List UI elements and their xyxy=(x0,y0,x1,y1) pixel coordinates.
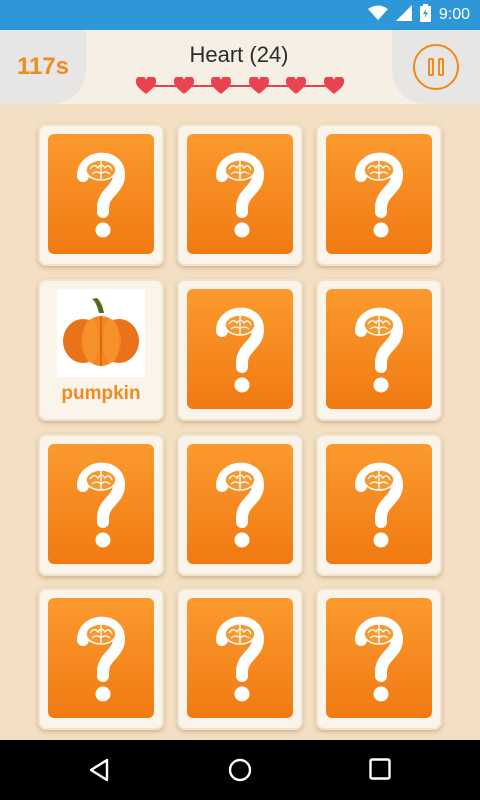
wifi-icon xyxy=(367,5,388,25)
card-hidden[interactable] xyxy=(177,434,303,576)
question-brain-icon xyxy=(348,458,410,550)
back-icon[interactable] xyxy=(88,758,110,786)
pause-button[interactable] xyxy=(413,44,459,90)
question-brain-icon xyxy=(70,612,132,704)
heart-icon xyxy=(286,77,307,95)
status-time: 9:00 xyxy=(438,6,470,23)
heart-icon xyxy=(323,77,344,95)
card-hidden[interactable] xyxy=(177,279,303,421)
timer-text: 117s xyxy=(16,53,70,80)
heart-icon xyxy=(173,77,194,95)
card-back xyxy=(326,134,432,254)
navigation-bar xyxy=(0,740,480,800)
pause-icon xyxy=(438,58,444,76)
question-brain-icon xyxy=(209,148,271,240)
signal-icon xyxy=(395,5,412,25)
timer-panel: 117s xyxy=(0,30,86,104)
card-word: pumpkin xyxy=(61,383,141,404)
heart-icon xyxy=(248,77,269,95)
card-back xyxy=(326,289,432,409)
card-hidden[interactable] xyxy=(177,124,303,266)
pause-icon xyxy=(428,58,434,76)
game-header: 117s Heart (24) xyxy=(0,30,480,104)
card-back xyxy=(48,598,154,718)
pause-panel xyxy=(392,30,480,104)
level-title: Heart (24) xyxy=(189,42,289,67)
question-brain-icon xyxy=(348,612,410,704)
pumpkin-image xyxy=(57,289,145,377)
heart-icon xyxy=(136,77,156,95)
card-hidden[interactable] xyxy=(38,124,164,266)
card-back xyxy=(48,134,154,254)
card-back xyxy=(326,444,432,564)
question-brain-icon xyxy=(209,612,271,704)
card-back xyxy=(187,444,293,564)
question-brain-icon xyxy=(209,458,271,550)
card-hidden[interactable] xyxy=(38,434,164,576)
status-bar: 9:00 xyxy=(0,0,480,30)
card-back xyxy=(326,598,432,718)
card-back xyxy=(187,598,293,718)
card-revealed[interactable]: pumpkin xyxy=(38,279,164,421)
card-hidden[interactable] xyxy=(316,434,442,576)
hearts-progress xyxy=(136,76,344,96)
home-icon[interactable] xyxy=(228,758,252,786)
question-brain-icon xyxy=(348,303,410,395)
question-brain-icon xyxy=(70,458,132,550)
card-board: pumpkin xyxy=(0,104,480,740)
card-hidden[interactable] xyxy=(316,279,442,421)
card-back xyxy=(48,444,154,564)
card-hidden[interactable] xyxy=(316,588,442,730)
card-hidden[interactable] xyxy=(316,124,442,266)
recents-icon[interactable] xyxy=(369,758,391,784)
card-hidden[interactable] xyxy=(177,588,303,730)
card-back xyxy=(187,134,293,254)
question-brain-icon xyxy=(348,148,410,240)
card-back xyxy=(187,289,293,409)
battery-icon xyxy=(419,4,431,26)
card-hidden[interactable] xyxy=(38,588,164,730)
question-brain-icon xyxy=(70,148,132,240)
question-brain-icon xyxy=(209,303,271,395)
heart-icon xyxy=(211,77,232,95)
